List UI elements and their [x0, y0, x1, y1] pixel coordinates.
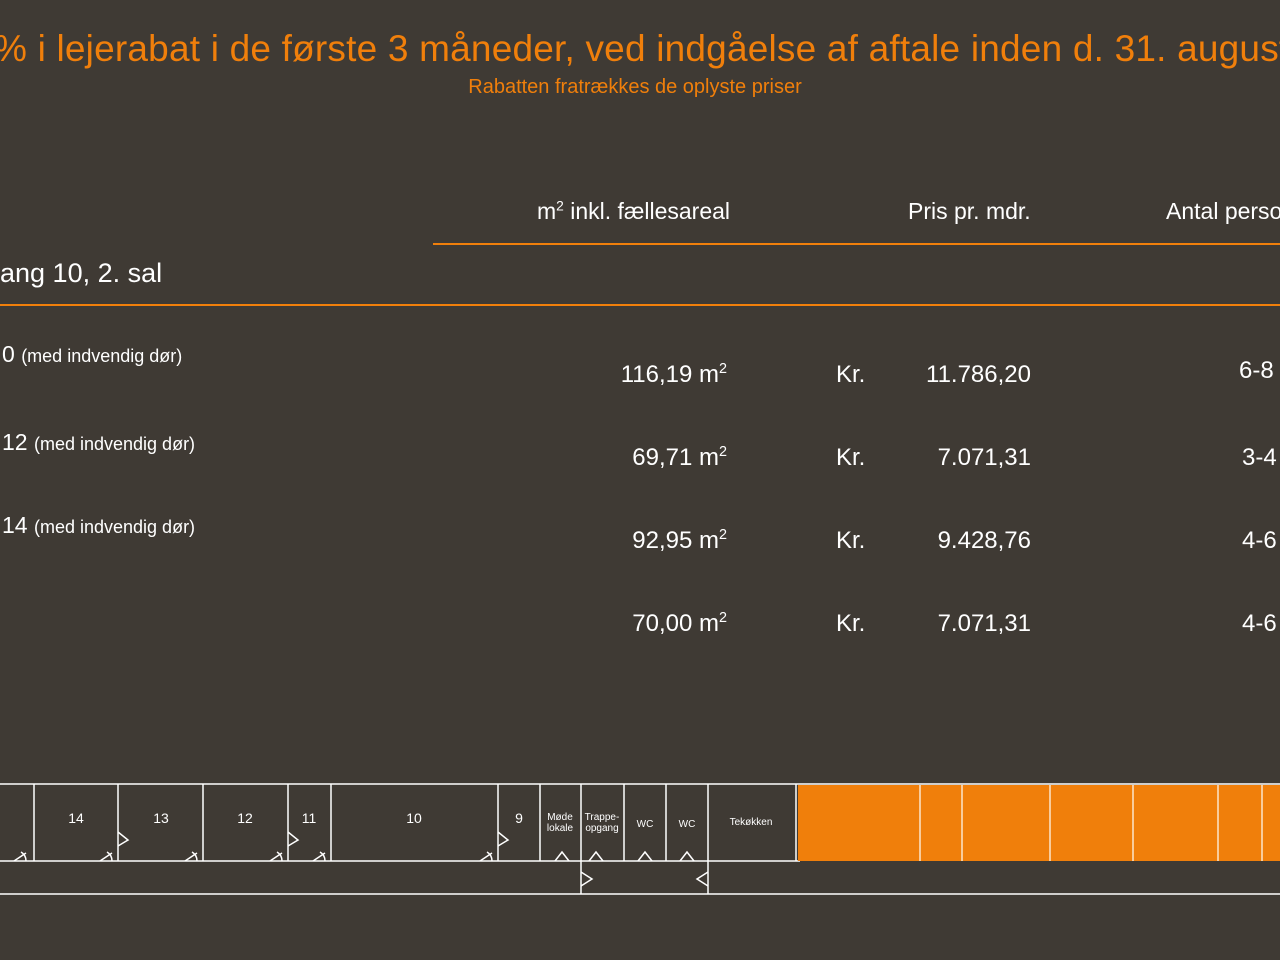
price-value: 9.428,76 [937, 527, 1031, 554]
plan-room-11: 11 [302, 810, 317, 826]
column-header-price: Pris pr. mdr. [908, 198, 1031, 224]
plan-stairs: Trappe- [585, 812, 620, 823]
area-sup: 2 [718, 444, 727, 460]
room-label: 12 (med indvendig dør) [2, 429, 195, 456]
plan-wc-1: WC [637, 819, 654, 830]
room-label: 0 (med indvendig dør) [2, 341, 182, 368]
area-value: 116,19 m2 [621, 361, 727, 389]
room-number: 14 [2, 512, 28, 538]
room-number: 12 [2, 429, 28, 455]
plan-room-14: 14 [68, 810, 84, 826]
plan-room-13: 13 [153, 810, 169, 826]
area-text: 70,00 m [632, 610, 719, 637]
room-note: (med indvendig dør) [33, 434, 196, 454]
price-value: 7.071,31 [937, 610, 1031, 637]
plan-stairs-2: opgang [585, 823, 618, 834]
room-number: 0 [2, 341, 15, 367]
area-sup: 2 [718, 361, 727, 377]
currency: Kr. [836, 527, 866, 554]
plan-kitchen: Tekøkken [730, 817, 773, 828]
floor-plan: 14 13 12 11 10 9 Møde lokale Trappe- opg… [0, 783, 1280, 895]
room-note: (med indvendig dør) [33, 517, 196, 537]
plan-meeting-room: Møde [547, 812, 573, 823]
plan-wc-2: WC [679, 819, 696, 830]
section-title: ang 10, 2. sal [0, 258, 163, 288]
section-divider [0, 304, 1280, 306]
currency: Kr. [836, 610, 866, 637]
price-value: 7.071,31 [937, 444, 1031, 471]
room-note: (med indvendig dør) [21, 346, 183, 366]
area-value: 69,71 m2 [632, 444, 727, 472]
area-unit-sup: 2 [556, 198, 564, 214]
currency: Kr. [836, 361, 866, 388]
area-unit: m [537, 198, 557, 224]
area-text: 92,95 m [632, 527, 719, 554]
room-label: 14 (med indvendig dør) [2, 512, 195, 539]
highlighted-units [798, 785, 1280, 861]
area-sup: 2 [718, 610, 727, 626]
plan-room-10: 10 [406, 810, 422, 826]
price-value: 11.786,20 [926, 361, 1031, 388]
area-label: inkl. fællesareal [570, 198, 731, 224]
header-divider [433, 243, 1280, 245]
column-header-persons: Antal perso [1166, 198, 1280, 224]
persons-value: 6-8 [1239, 357, 1274, 384]
persons-value: 3-4 [1242, 444, 1277, 471]
persons-value: 4-6 [1242, 527, 1277, 554]
plan-room-12: 12 [237, 810, 253, 826]
plan-meeting-room-2: lokale [547, 823, 574, 834]
area-value: 70,00 m2 [632, 610, 727, 638]
headline: % i lejerabat i de første 3 måneder, ved… [0, 28, 1280, 69]
area-sup: 2 [718, 527, 727, 543]
persons-value: 4-6 [1242, 610, 1277, 637]
column-header-area: m2 inkl. fællesareal [537, 198, 730, 225]
currency: Kr. [836, 444, 866, 471]
subline: Rabatten fratrækkes de oplyste priser [468, 76, 802, 98]
area-text: 116,19 m [620, 361, 719, 388]
plan-room-9: 9 [515, 810, 523, 826]
area-value: 92,95 m2 [632, 527, 727, 555]
area-text: 69,71 m [632, 444, 719, 471]
